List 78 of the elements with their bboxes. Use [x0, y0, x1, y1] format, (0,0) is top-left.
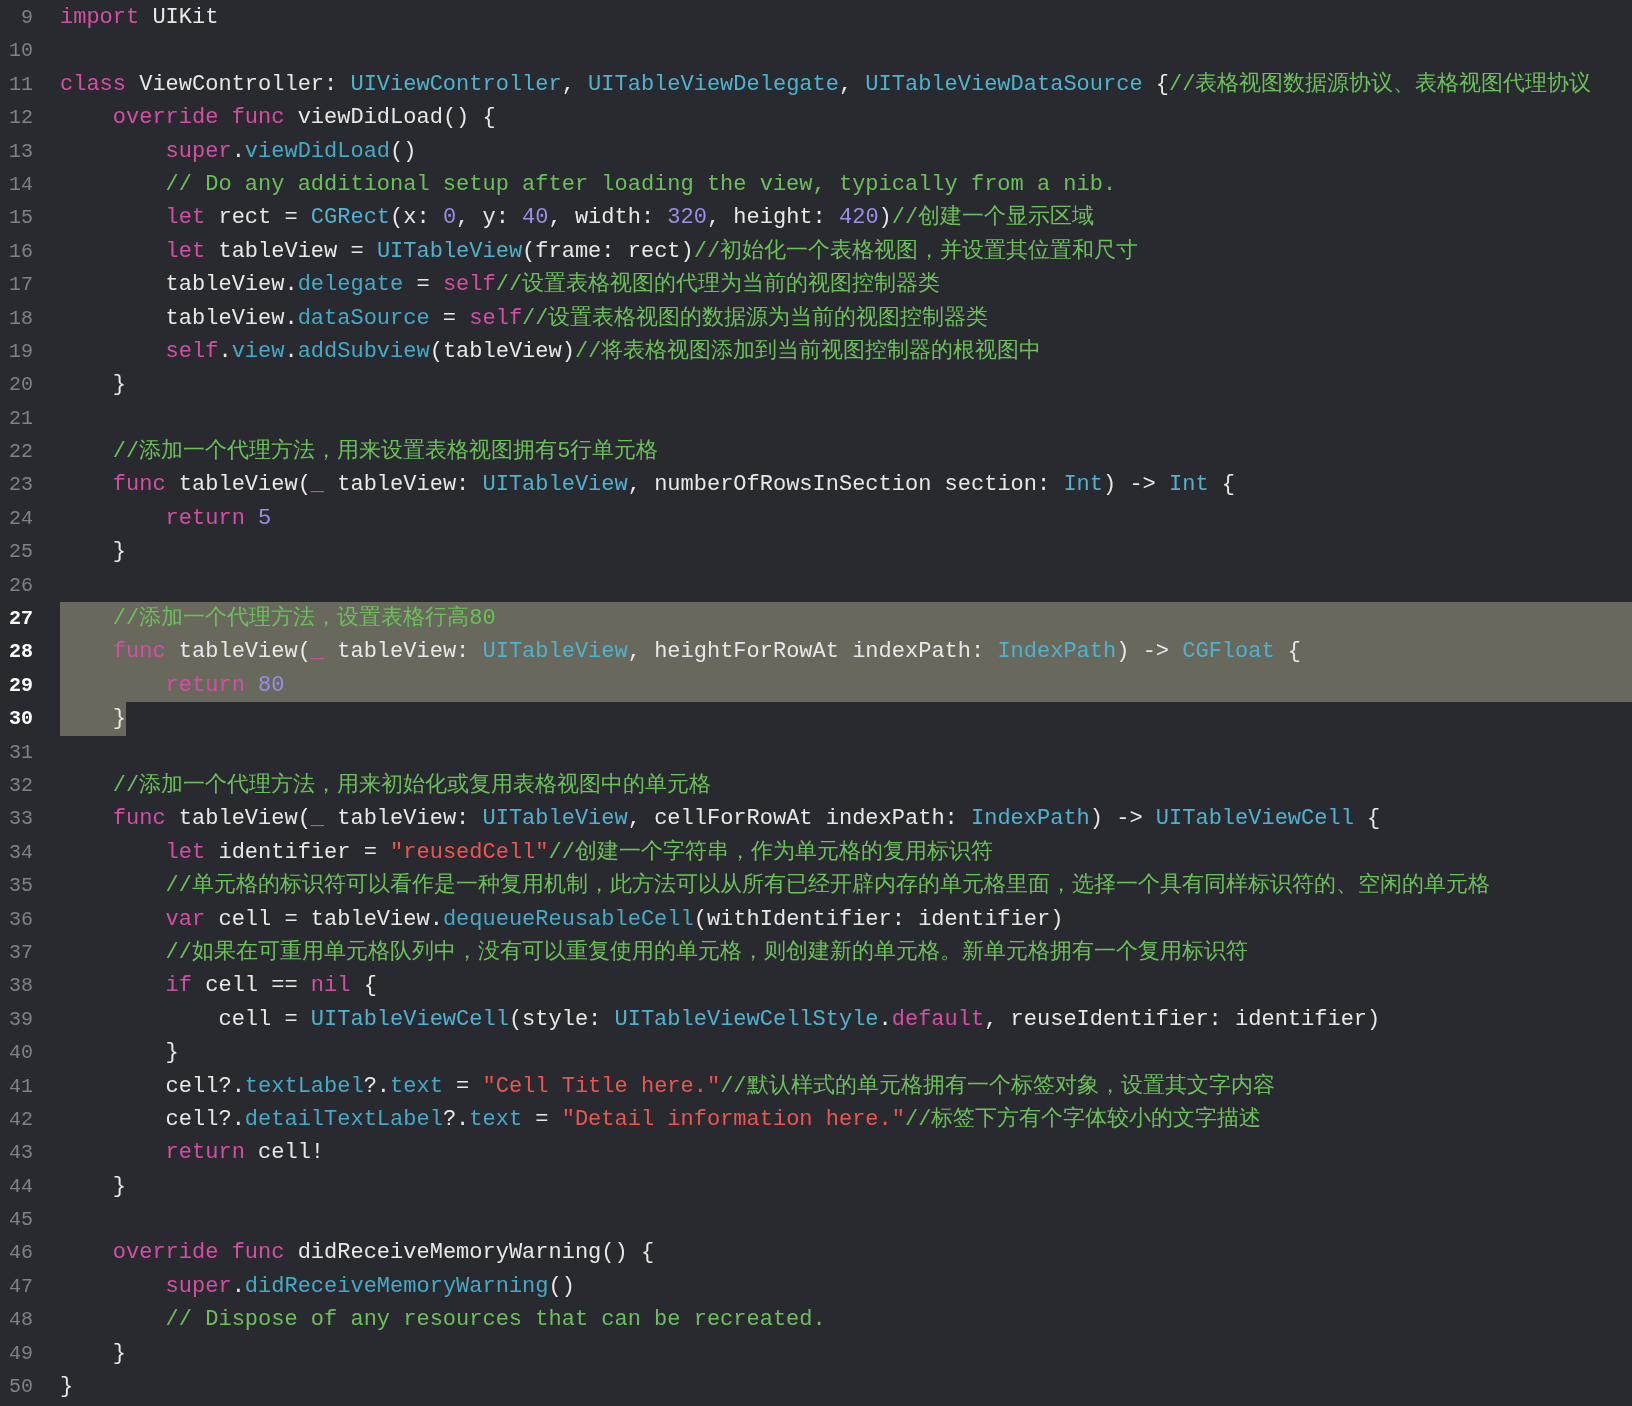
- code-line: }: [111, 371, 126, 400]
- code-line: let tableView = UITableView(frame: rect)//初始化一个表格视图，并设置其位置和尺寸: [164, 237, 1139, 266]
- code-line: class ViewController: UIViewController, UITableViewDelegate, UITableViewDataSource {//表格视图数据源协议、表格视图代理协议: [60, 70, 1592, 99]
- line-number: 18: [8, 305, 33, 332]
- line-number: 10: [8, 38, 33, 65]
- line-number: 9: [20, 5, 33, 31]
- line-number: 38: [8, 973, 33, 1000]
- code-line: tableView.dataSource = self//设置表格视图的数据源为当前的视图控制器类: [164, 304, 989, 333]
- line-number: 20: [8, 372, 33, 399]
- line-number: 43: [8, 1140, 33, 1167]
- line-number: 50: [8, 1374, 33, 1400]
- code-line: }: [111, 1172, 126, 1201]
- code-line: //添加一个代理方法，设置表格行高80: [111, 604, 496, 634]
- line-number: 27: [8, 606, 33, 633]
- line-number: 31: [8, 739, 33, 766]
- line-number: 42: [8, 1106, 33, 1133]
- code-line: return 80: [164, 671, 285, 700]
- code-line: // Dispose of any resources that can be recreated.: [164, 1306, 826, 1335]
- code-line: //添加一个代理方法，用来初始化或复用表格视图中的单元格: [111, 771, 712, 800]
- code-line: override func viewDidLoad() {: [111, 104, 496, 133]
- code-line: import UIKit: [60, 4, 219, 32]
- line-number: 17: [8, 272, 33, 299]
- code-line: cell?.detailTextLabel?.text = "Detail information here."//标签下方有个字体较小的文字描述: [164, 1105, 1262, 1134]
- line-number: 11: [8, 71, 33, 98]
- code-line: //如果在可重用单元格队列中，没有可以重复使用的单元格，则创建新的单元格。新单元格拥有一个复用标识符: [164, 938, 1249, 967]
- line-number: 39: [8, 1006, 33, 1033]
- code-line: }: [164, 1039, 179, 1068]
- line-number: 46: [8, 1240, 33, 1267]
- line-number: 24: [8, 505, 33, 532]
- line-number: 47: [8, 1273, 33, 1300]
- line-number: 40: [8, 1040, 33, 1067]
- code-line: //单元格的标识符可以看作是一种复用机制，此方法可以从所有已经开辟内存的单元格里面，选择一个具有同样标识符的、空闲的单元格: [164, 871, 1491, 901]
- code-line: var cell = tableView.dequeueReusableCell(withIdentifier: identifier): [164, 905, 1064, 934]
- code-line: override func didReceiveMemoryWarning() {: [111, 1239, 655, 1268]
- code-line: cell?.textLabel?.text = "Cell Title here."//默认样式的单元格拥有一个标签对象，设置其文字内容: [164, 1072, 1275, 1101]
- line-number: 15: [8, 205, 33, 232]
- code-line: return 5: [164, 504, 272, 533]
- code-line: self.view.addSubview(tableView)//将表格视图添加到当前视图控制器的根视图中: [164, 337, 1042, 366]
- line-number: 48: [8, 1307, 33, 1334]
- line-number: 32: [8, 773, 33, 799]
- code-line: return cell!: [164, 1139, 325, 1168]
- line-number: 14: [8, 171, 33, 198]
- code-line: // Do any additional setup after loading the view, typically from a nib.: [164, 170, 1117, 199]
- code-line: func tableView(_ tableView: UITableView, cellForRowAt indexPath: IndexPath) -> UITableViewCell {: [111, 805, 1381, 834]
- code-line: if cell == nil {: [164, 972, 377, 1001]
- line-number: 26: [8, 572, 33, 599]
- code-line: func tableView(_ tableView: UITableView, heightForRowAt indexPath: IndexPath) -> CGFloat {: [111, 638, 1302, 667]
- line-number: 41: [8, 1073, 33, 1100]
- line-number: 34: [8, 839, 33, 866]
- line-number: 29: [8, 672, 33, 699]
- line-number: 25: [8, 539, 33, 566]
- line-number: 16: [8, 238, 33, 265]
- line-number: 21: [8, 405, 33, 432]
- code-line: let identifier = "reusedCell"//创建一个字符串，作为单元格的复用标识符: [164, 838, 993, 867]
- code-line: super.viewDidLoad(): [164, 137, 417, 166]
- line-number: 12: [8, 105, 33, 132]
- line-number: 23: [8, 472, 33, 499]
- code-line: func tableView(_ tableView: UITableView, numberOfRowsInSection section: Int) -> Int {: [111, 471, 1236, 500]
- code-line: let rect = CGRect(x: 0, y: 40, width: 320, height: 420)//创建一个显示区域: [164, 204, 1095, 233]
- code-line: tableView.delegate = self//设置表格视图的代理为当前的视图控制器类: [164, 271, 941, 300]
- code-line: }: [111, 538, 126, 567]
- line-number: 37: [8, 939, 33, 966]
- line-number: 13: [8, 138, 33, 165]
- line-number: 49: [8, 1340, 33, 1367]
- line-number: 36: [8, 906, 33, 933]
- line-number: 30: [8, 706, 33, 733]
- line-number: 28: [8, 639, 33, 666]
- line-number: 22: [8, 439, 33, 466]
- code-line: }: [60, 1373, 74, 1401]
- code-line: //添加一个代理方法，用来设置表格视图拥有5行单元格: [111, 437, 659, 467]
- code-line: }: [111, 1339, 126, 1368]
- line-number: 33: [8, 806, 33, 833]
- line-number: 19: [8, 338, 33, 365]
- line-number: 35: [8, 873, 33, 900]
- code-line: cell = UITableViewCell(style: UITableViewCellStyle.default, reuseIdentifier: identifier): [217, 1005, 1381, 1034]
- line-number: 45: [8, 1207, 33, 1234]
- line-number: 44: [8, 1173, 33, 1200]
- code-line: super.didReceiveMemoryWarning(): [164, 1272, 575, 1301]
